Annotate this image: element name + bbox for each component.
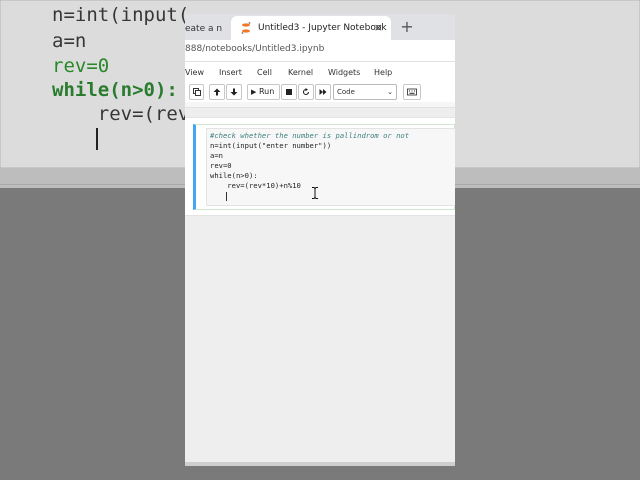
restart-run-all-button[interactable] — [315, 84, 331, 100]
tab-title: Untitled3 - Jupyter Notebook — [258, 23, 387, 33]
tab-previous-title: eate a n — [185, 24, 223, 34]
code-editor[interactable]: #check whether the number is pallindrom … — [206, 128, 455, 206]
notebook-menu-bar: View Insert Cell Kernel Widgets Help — [185, 62, 455, 84]
move-up-button[interactable] — [209, 84, 225, 100]
menu-widgets[interactable]: Widgets — [328, 68, 360, 77]
jupyter-favicon-icon — [241, 22, 251, 34]
screen-bottom-edge — [185, 462, 455, 466]
bg-code-line: n=int(input( — [52, 4, 190, 26]
command-palette-button[interactable] — [403, 84, 421, 100]
ibeam-cursor-icon — [312, 187, 318, 199]
text-cursor — [226, 192, 227, 201]
restart-icon — [302, 88, 310, 96]
header-separator — [185, 102, 455, 108]
menu-help[interactable]: Help — [374, 68, 392, 77]
copy-cell-button[interactable] — [189, 84, 204, 100]
screen-recording: eate a n Untitled3 - Jupyter Notebook × … — [185, 14, 455, 466]
copy-icon — [192, 88, 201, 96]
interrupt-button[interactable] — [281, 84, 297, 100]
keyboard-icon — [407, 88, 417, 96]
restart-button[interactable] — [298, 84, 314, 100]
stop-icon — [286, 89, 292, 95]
arrow-up-icon — [213, 88, 221, 96]
menu-view[interactable]: View — [185, 68, 204, 77]
new-tab-button[interactable]: + — [397, 16, 417, 38]
code-line: rev=0 — [210, 161, 232, 170]
run-icon: ▶ — [251, 88, 257, 96]
bg-code-line: a=n — [52, 30, 87, 52]
run-button[interactable]: ▶ Run — [247, 84, 280, 100]
bg-text-cursor — [96, 128, 98, 150]
code-line: rev=(rev*10)+n%10 — [210, 181, 301, 190]
close-tab-icon[interactable]: × — [374, 16, 383, 40]
browser-tab-bar: eate a n Untitled3 - Jupyter Notebook × … — [185, 14, 455, 40]
menu-cell[interactable]: Cell — [257, 68, 272, 77]
cell-type-select[interactable]: Code ⌄ — [333, 84, 397, 100]
code-line: a=n — [210, 151, 223, 160]
move-down-button[interactable] — [226, 84, 242, 100]
tab-previous[interactable]: eate a n — [185, 18, 229, 40]
bg-code-line: while(n>0): — [52, 79, 178, 101]
url-text: 888/notebooks/Untitled3.ipynb — [185, 44, 325, 54]
menu-insert[interactable]: Insert — [219, 68, 242, 77]
code-line: while(n>0): — [210, 171, 258, 180]
cell-type-value: Code — [337, 88, 355, 96]
bg-code-line: rev=(rev — [52, 103, 190, 125]
menu-kernel[interactable]: Kernel — [288, 68, 313, 77]
address-bar[interactable]: 888/notebooks/Untitled3.ipynb — [185, 40, 455, 62]
run-label: Run — [258, 87, 275, 96]
notebook-container: #check whether the number is pallindrom … — [185, 109, 455, 466]
tab-untitled3[interactable]: Untitled3 - Jupyter Notebook × — [231, 16, 391, 40]
notebook-page: #check whether the number is pallindrom … — [185, 117, 455, 216]
notebook-toolbar: ▶ Run Code ⌄ — [185, 84, 455, 102]
arrow-down-icon — [230, 88, 238, 96]
code-line: n=int(input("enter number")) — [210, 141, 332, 150]
chevron-down-icon: ⌄ — [387, 88, 393, 96]
code-line: #check whether the number is pallindrom … — [210, 131, 410, 140]
bg-code-line: rev=0 — [52, 55, 110, 77]
code-cell[interactable]: #check whether the number is pallindrom … — [193, 124, 455, 210]
fast-forward-icon — [319, 89, 327, 95]
